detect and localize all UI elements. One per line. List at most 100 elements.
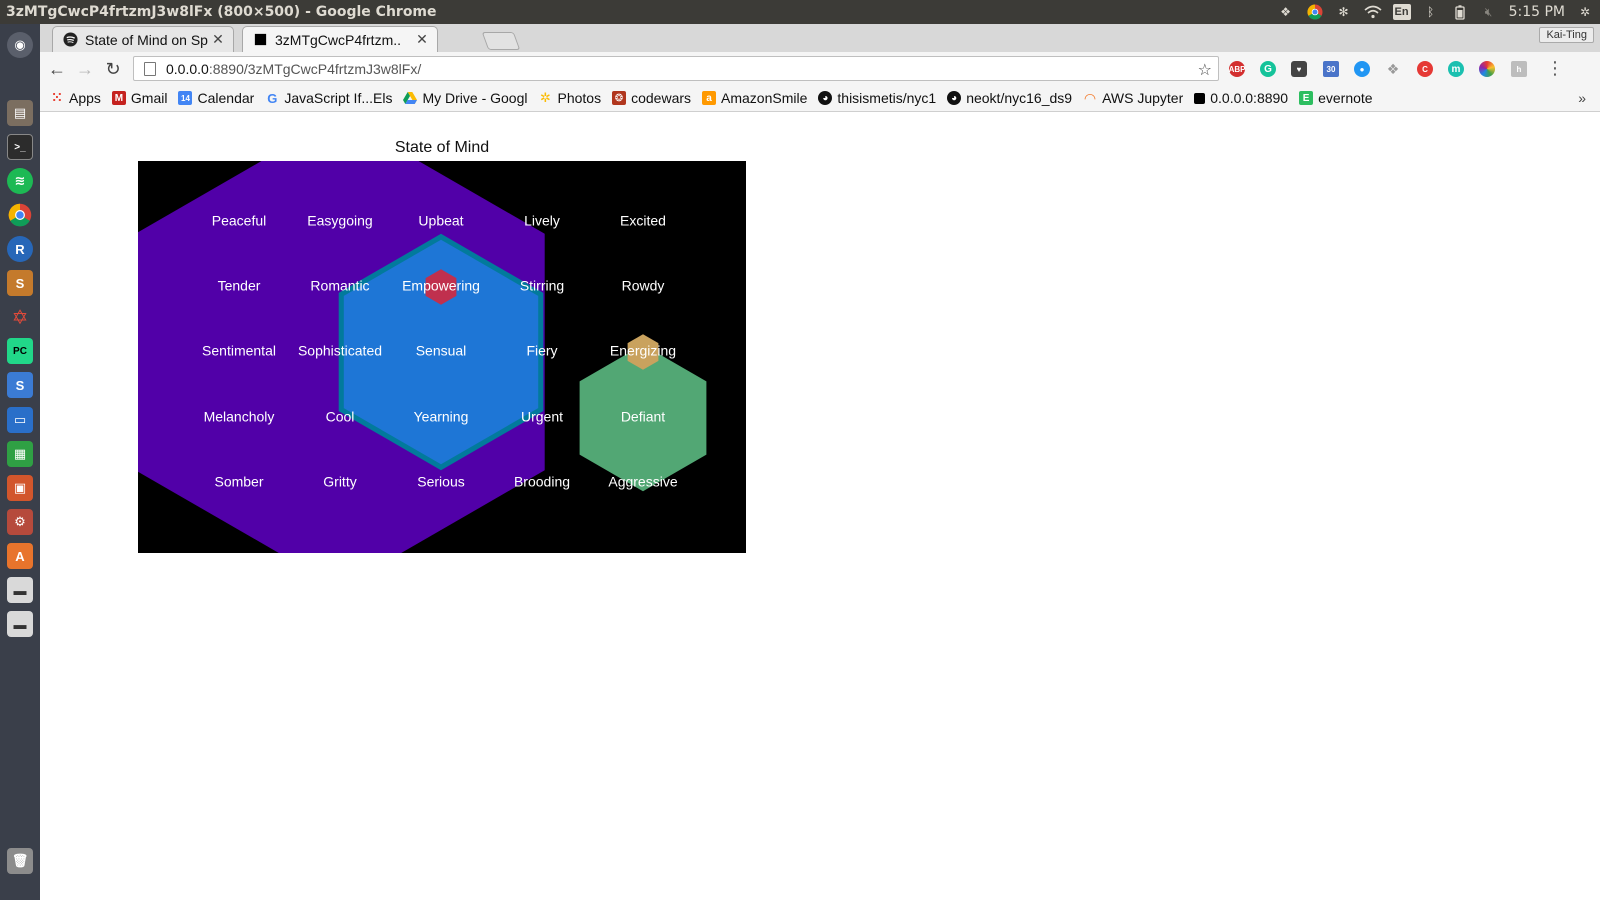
bookmark-codewars[interactable]: ❂ codewars [612,90,691,106]
mood-label-defiant: Defiant [621,409,665,425]
mood-label-rowdy: Rowdy [622,278,665,294]
forward-arrow-icon[interactable]: → [74,58,96,80]
mood-label-melancholy: Melancholy [204,409,275,425]
drive-icon[interactable]: ▬ [7,611,33,637]
drive-icon [403,91,418,105]
calendar-icon: 14 [178,91,193,105]
spotify-icon[interactable]: ≋ [7,168,33,194]
pycharm-icon[interactable]: PC [7,338,33,364]
files-icon[interactable]: ▤ [7,100,33,126]
grammarly-icon[interactable]: G [1260,61,1276,77]
calc-icon[interactable]: ▦ [7,441,33,467]
sublime-icon[interactable]: S [7,270,33,296]
software-center-icon[interactable]: A [7,543,33,569]
mood-label-brooding: Brooding [514,474,570,490]
bookmark-star-icon[interactable]: ☆ [1198,60,1212,80]
ubuntu-dash-icon[interactable]: ◉ [7,32,33,58]
github-icon: ◕ [947,91,962,105]
address-bar[interactable]: 0.0.0.0:8890/3zMTgCwcP4frtzmJ3w8lFx/ ☆ [133,56,1219,81]
mood-label-tender: Tender [218,278,261,294]
settings-icon[interactable]: ⚙ [7,509,33,535]
more-bookmarks-chevron-icon[interactable]: » [1578,90,1586,106]
ext-grey-icon[interactable]: h [1511,61,1527,77]
power-gear-icon[interactable]: ✲ [1576,4,1594,20]
bookmark-localhost[interactable]: 0.0.0.0:8890 [1194,90,1288,106]
ext-m-icon[interactable]: m [1448,61,1464,77]
mood-chart[interactable]: Peaceful Easygoing Upbeat Lively Excited Tend… [138,161,746,553]
bookmark-my-drive[interactable]: My Drive - Googl [403,90,528,106]
close-icon[interactable]: ✕ [209,31,227,48]
amazon-icon: a [702,91,717,105]
mood-chart-svg: Peaceful Easygoing Upbeat Lively Excited Tend… [138,161,707,553]
ext-eye-icon[interactable]: ● [1354,61,1370,77]
jupyter-icon: ◠ [1084,90,1096,106]
codewars-icon: ❂ [612,91,627,105]
os-top-panel: 3zMTgCwcP4frtzmJ3w8lFx (800×500) - Googl… [0,0,1600,24]
mood-label-somber: Somber [214,474,263,490]
mood-label-sentimental: Sentimental [202,343,276,359]
bookmark-aws-jupyter[interactable]: ◠ AWS Jupyter [1083,90,1184,106]
tab-state-of-mind[interactable]: State of Mind on Sp ✕ [52,26,234,52]
network-icon[interactable]: ✡ [7,304,33,330]
gmail-icon: M [111,91,126,105]
profile-button[interactable]: Kai-Ting [1539,27,1594,43]
bookmark-apps[interactable]: ⁙ Apps [50,90,101,106]
volume-muted-icon[interactable]: 🔇︎ [1480,4,1498,20]
bookmark-neokt[interactable]: ◕ neokt/nyc16_ds9 [947,90,1072,106]
dropbox-icon[interactable]: ❖ [1385,61,1401,77]
r-icon[interactable]: R [7,236,33,262]
bookmark-calendar[interactable]: 14 Calendar [178,90,254,106]
bookmark-thisismetis[interactable]: ◕ thisismetis/nyc1 [818,90,936,106]
mood-label-lively: Lively [524,213,560,229]
reload-icon[interactable]: ↻ [102,58,124,80]
adblock-icon[interactable]: ABP [1229,61,1245,77]
bookmark-amazonsmile[interactable]: a AmazonSmile [702,90,807,106]
drive-icon[interactable]: ▬ [7,577,33,603]
browser-toolbar: ← → ↻ 0.0.0.0:8890/3zMTgCwcP4frtzmJ3w8lF… [40,52,1600,85]
page-content: State of Mind Peaceful Easygoing Upbeat Liv… [40,112,1600,900]
ext-colors-icon[interactable] [1479,61,1495,77]
page-info-icon[interactable] [144,61,156,76]
system-tray: ❖ ✻ En ᛒ 🔇︎ 5:15 PM ✲ [1277,4,1600,20]
chrome-icon[interactable] [7,202,33,228]
mood-label-serious: Serious [417,474,464,490]
mood-label-sophisticated: Sophisticated [298,343,382,359]
mood-label-gritty: Gritty [323,474,356,490]
bluetooth-icon[interactable]: ᛒ [1422,4,1440,20]
pocket-icon[interactable]: ♥ [1291,61,1307,77]
bookmark-photos[interactable]: ✲ Photos [539,90,601,106]
evernote-icon: E [1299,91,1314,105]
writer-icon[interactable]: ▭ [7,407,33,433]
tab-3zMTg[interactable]: 3zMTgCwcP4frtzm.. ✕ [242,26,438,52]
window-title: 3zMTgCwcP4frtzmJ3w8lFx (800×500) - Googl… [6,4,437,20]
bookmark-javascript[interactable]: G JavaScript If...Els [265,90,392,106]
sqlitebrowser-icon[interactable]: S [7,372,33,398]
chart-title: State of Mind [394,139,490,156]
bookmark-gmail[interactable]: M Gmail [111,90,167,106]
chrome-icon[interactable] [1306,4,1324,20]
mood-label-stirring: Stirring [520,278,564,294]
chrome-menu-icon[interactable]: ⋮ [1546,58,1564,79]
new-tab-button[interactable] [481,32,521,50]
mood-label-aggressive: Aggressive [608,474,677,490]
ext-red-icon[interactable]: C [1417,61,1433,77]
mood-label-yearning: Yearning [414,409,469,425]
calendar-ext-icon[interactable]: 30 [1323,61,1339,77]
bookmarks-bar: ⁙ Apps M Gmail 14 Calendar G JavaScript If..… [40,85,1600,112]
impress-icon[interactable]: ▣ [7,475,33,501]
gear-icon[interactable]: ✻ [1335,4,1353,20]
mood-label-sensual: Sensual [416,343,467,359]
app-launcher: ◉ ▤ >_ ≋ R S ✡ PC S ▭ ▦ ▣ ⚙ A ▬ ▬ 🗑︎ [0,24,40,900]
back-arrow-icon[interactable]: ← [46,58,68,80]
wifi-icon[interactable] [1364,4,1382,20]
mood-label-energizing: Energizing [610,343,676,359]
mood-label-romantic: Romantic [310,278,369,294]
battery-icon[interactable] [1451,4,1469,20]
close-icon[interactable]: ✕ [413,31,431,48]
dropbox-icon[interactable]: ❖ [1277,4,1295,20]
terminal-icon[interactable]: >_ [7,134,33,160]
bookmark-evernote[interactable]: Eevernote [1299,90,1373,106]
trash-icon[interactable]: 🗑︎ [7,848,33,874]
clock[interactable]: 5:15 PM [1509,4,1565,20]
keyboard-language-indicator[interactable]: En [1392,4,1411,20]
